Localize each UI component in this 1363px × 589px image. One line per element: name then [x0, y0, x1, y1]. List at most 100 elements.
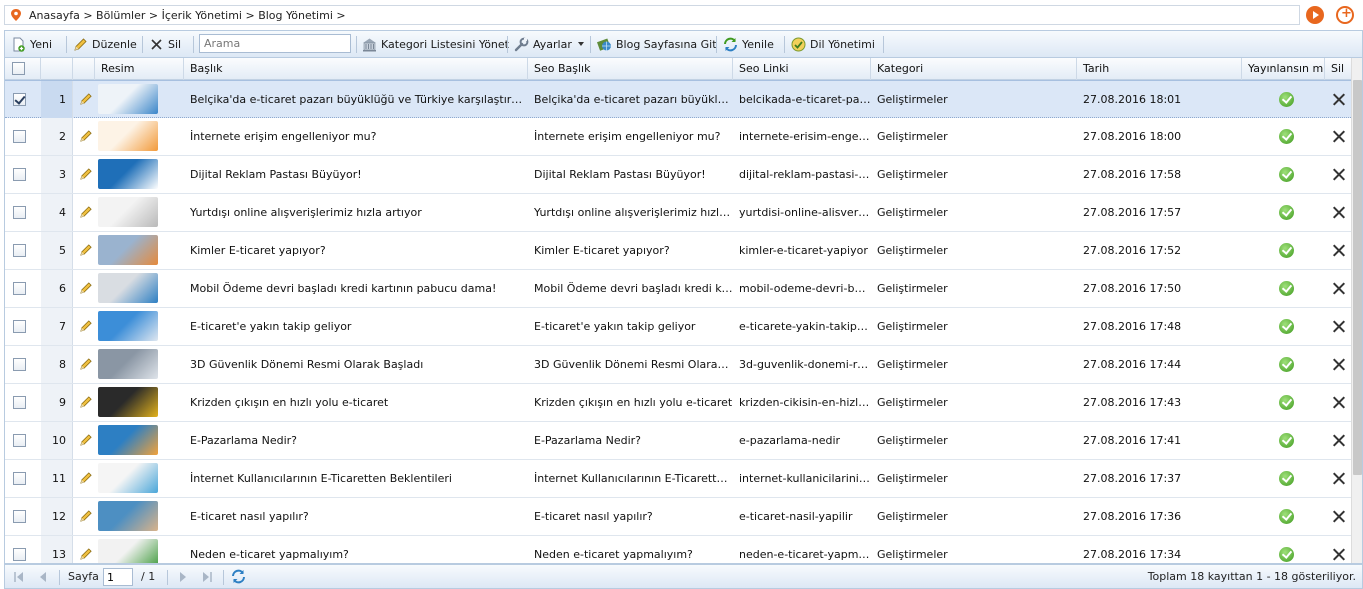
check-circle-icon[interactable] [1279, 92, 1294, 107]
row-edit-cell[interactable] [73, 81, 95, 118]
row-published-cell[interactable] [1242, 536, 1325, 563]
pencil-icon[interactable] [79, 205, 93, 219]
breadcrumb-text[interactable]: Anasayfa > Bölümler > İçerik Yönetimi > … [29, 9, 346, 22]
row-edit-cell[interactable] [73, 384, 95, 421]
header-seo-title[interactable]: Seo Başlık [528, 58, 733, 80]
row-select-cell[interactable] [5, 118, 41, 155]
edit-button[interactable]: Düzenle [73, 35, 137, 53]
row-published-cell[interactable] [1242, 498, 1325, 535]
row-edit-cell[interactable] [73, 422, 95, 459]
row-checkbox[interactable] [13, 320, 26, 333]
header-seo-link[interactable]: Seo Linki [733, 58, 871, 80]
header-title[interactable]: Başlık [184, 58, 528, 80]
check-circle-icon[interactable] [1279, 205, 1294, 220]
table-row[interactable]: 7 E-ticaret'e yakın takip geliyor E-ticare… [5, 308, 1351, 346]
row-edit-cell[interactable] [73, 118, 95, 155]
row-published-cell[interactable] [1242, 384, 1325, 421]
header-date[interactable]: Tarih [1077, 58, 1242, 80]
first-page-icon[interactable] [13, 571, 25, 583]
row-select-cell[interactable] [5, 346, 41, 383]
category-list-button[interactable]: Kategori Listesini Yönet [362, 35, 509, 53]
row-checkbox[interactable] [13, 548, 26, 561]
close-icon[interactable] [1333, 93, 1346, 106]
play-icon[interactable] [1306, 6, 1324, 24]
page-number-input[interactable] [103, 568, 133, 586]
row-delete-cell[interactable] [1325, 498, 1351, 535]
row-delete-cell[interactable] [1325, 536, 1351, 563]
new-button[interactable]: Yeni [11, 35, 52, 53]
previous-page-icon[interactable] [37, 571, 49, 583]
row-select-cell[interactable] [5, 498, 41, 535]
row-checkbox[interactable] [13, 168, 26, 181]
close-icon[interactable] [1333, 244, 1346, 257]
close-icon[interactable] [1333, 434, 1346, 447]
pencil-icon[interactable] [79, 92, 93, 106]
pencil-icon[interactable] [79, 547, 93, 561]
search-input[interactable] [199, 34, 351, 53]
header-category[interactable]: Kategori [871, 58, 1077, 80]
row-checkbox[interactable] [13, 510, 26, 523]
header-delete[interactable]: Sil [1325, 58, 1351, 80]
row-delete-cell[interactable] [1325, 422, 1351, 459]
settings-button[interactable]: Ayarlar [514, 35, 584, 53]
row-edit-cell[interactable] [73, 346, 95, 383]
row-delete-cell[interactable] [1325, 270, 1351, 307]
row-delete-cell[interactable] [1325, 118, 1351, 155]
blog-page-button[interactable]: Blog Sayfasına Git [597, 35, 717, 53]
row-delete-cell[interactable] [1325, 194, 1351, 231]
row-select-cell[interactable] [5, 81, 41, 118]
row-checkbox[interactable] [13, 396, 26, 409]
row-checkbox[interactable] [13, 434, 26, 447]
check-circle-icon[interactable] [1279, 547, 1294, 562]
close-icon[interactable] [1333, 510, 1346, 523]
pencil-icon[interactable] [79, 357, 93, 371]
check-circle-icon[interactable] [1279, 243, 1294, 258]
table-row[interactable]: 8 3D Güvenlik Dönemi Resmi Olarak Başladı… [5, 346, 1351, 384]
row-published-cell[interactable] [1242, 270, 1325, 307]
header-select-all[interactable] [5, 58, 41, 80]
row-edit-cell[interactable] [73, 460, 95, 497]
close-icon[interactable] [1333, 206, 1346, 219]
row-checkbox[interactable] [13, 130, 26, 143]
row-select-cell[interactable] [5, 194, 41, 231]
add-shortcut-icon[interactable] [1336, 6, 1354, 24]
row-delete-cell[interactable] [1325, 81, 1351, 118]
select-all-checkbox[interactable] [12, 62, 25, 75]
table-row[interactable]: 5 Kimler E-ticaret yapıyor? Kimler E-ticar… [5, 232, 1351, 270]
row-checkbox[interactable] [13, 472, 26, 485]
check-circle-icon[interactable] [1279, 129, 1294, 144]
language-button[interactable]: Dil Yönetimi [791, 35, 875, 53]
check-circle-icon[interactable] [1279, 281, 1294, 296]
next-page-icon[interactable] [177, 571, 189, 583]
close-icon[interactable] [1333, 168, 1346, 181]
row-published-cell[interactable] [1242, 346, 1325, 383]
check-circle-icon[interactable] [1279, 509, 1294, 524]
row-published-cell[interactable] [1242, 194, 1325, 231]
row-published-cell[interactable] [1242, 308, 1325, 345]
row-delete-cell[interactable] [1325, 156, 1351, 193]
row-published-cell[interactable] [1242, 232, 1325, 269]
pencil-icon[interactable] [79, 167, 93, 181]
row-edit-cell[interactable] [73, 308, 95, 345]
table-row[interactable]: 10 E-Pazarlama Nedir? E-Pazarlama Nedir? e-… [5, 422, 1351, 460]
refresh-icon[interactable] [231, 569, 246, 584]
pencil-icon[interactable] [79, 471, 93, 485]
row-select-cell[interactable] [5, 270, 41, 307]
row-delete-cell[interactable] [1325, 232, 1351, 269]
row-edit-cell[interactable] [73, 194, 95, 231]
table-row[interactable]: 3 Dijital Reklam Pastası Büyüyor! Dijital … [5, 156, 1351, 194]
row-delete-cell[interactable] [1325, 460, 1351, 497]
table-row[interactable]: 11 İnternet Kullanıcılarının E-Ticaretten… [5, 460, 1351, 498]
row-published-cell[interactable] [1242, 156, 1325, 193]
check-circle-icon[interactable] [1279, 433, 1294, 448]
pencil-icon[interactable] [79, 129, 93, 143]
vertical-scrollbar[interactable] [1351, 58, 1362, 563]
row-checkbox[interactable] [13, 93, 26, 106]
delete-button[interactable]: Sil [149, 35, 181, 53]
row-select-cell[interactable] [5, 308, 41, 345]
row-delete-cell[interactable] [1325, 346, 1351, 383]
row-edit-cell[interactable] [73, 270, 95, 307]
table-row[interactable]: 1 Belçika'da e-ticaret pazarı büyüklüğü v… [5, 80, 1351, 118]
pencil-icon[interactable] [79, 395, 93, 409]
check-circle-icon[interactable] [1279, 167, 1294, 182]
